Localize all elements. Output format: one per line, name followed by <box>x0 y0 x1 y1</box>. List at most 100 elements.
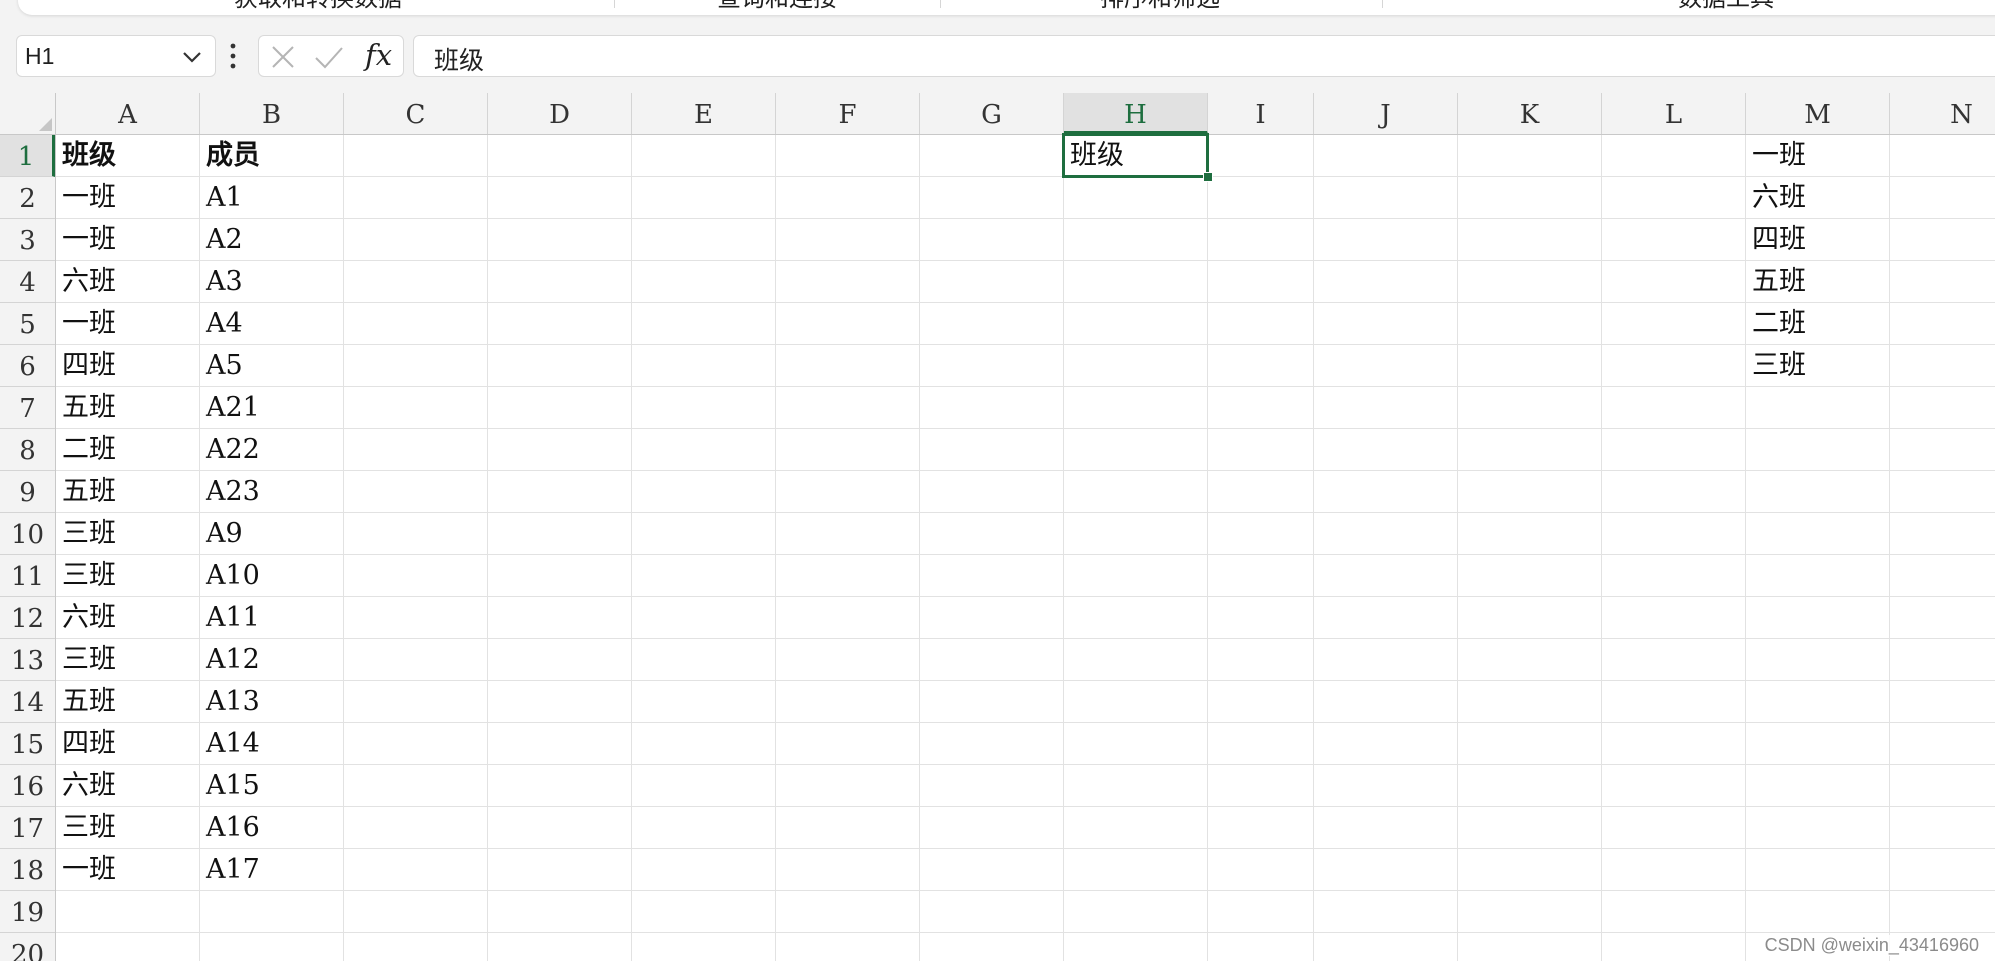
cell-e7[interactable] <box>632 387 776 429</box>
cell-c17[interactable] <box>344 807 488 849</box>
column-header-k[interactable]: K <box>1458 93 1602 134</box>
cell-n6[interactable] <box>1890 345 1995 387</box>
cell-k15[interactable] <box>1458 723 1602 765</box>
cell-m1[interactable]: 一班 <box>1746 135 1890 177</box>
row-header-10[interactable]: 10 <box>0 513 55 555</box>
cell-h14[interactable] <box>1064 681 1208 723</box>
cell-n9[interactable] <box>1890 471 1995 513</box>
cell-f19[interactable] <box>776 891 920 933</box>
cell-c7[interactable] <box>344 387 488 429</box>
cell-c11[interactable] <box>344 555 488 597</box>
cell-m15[interactable] <box>1746 723 1890 765</box>
cell-k1[interactable] <box>1458 135 1602 177</box>
cell-n5[interactable] <box>1890 303 1995 345</box>
enter-check-icon[interactable] <box>313 43 345 71</box>
cell-l11[interactable] <box>1602 555 1746 597</box>
cell-e4[interactable] <box>632 261 776 303</box>
cell-h17[interactable] <box>1064 807 1208 849</box>
cell-e11[interactable] <box>632 555 776 597</box>
cell-e2[interactable] <box>632 177 776 219</box>
cell-h19[interactable] <box>1064 891 1208 933</box>
cell-e18[interactable] <box>632 849 776 891</box>
cell-h20[interactable] <box>1064 933 1208 961</box>
cell-m7[interactable] <box>1746 387 1890 429</box>
cell-i9[interactable] <box>1208 471 1314 513</box>
cell-e10[interactable] <box>632 513 776 555</box>
cell-a2[interactable]: 一班 <box>56 177 200 219</box>
cell-i8[interactable] <box>1208 429 1314 471</box>
cell-c16[interactable] <box>344 765 488 807</box>
cell-k13[interactable] <box>1458 639 1602 681</box>
cell-h6[interactable] <box>1064 345 1208 387</box>
cell-e13[interactable] <box>632 639 776 681</box>
cell-l13[interactable] <box>1602 639 1746 681</box>
cell-j8[interactable] <box>1314 429 1458 471</box>
row-header-7[interactable]: 7 <box>0 387 55 429</box>
cell-b14[interactable]: A13 <box>200 681 344 723</box>
cell-i16[interactable] <box>1208 765 1314 807</box>
cell-g20[interactable] <box>920 933 1064 961</box>
cell-d9[interactable] <box>488 471 632 513</box>
cell-m4[interactable]: 五班 <box>1746 261 1890 303</box>
cell-g5[interactable] <box>920 303 1064 345</box>
cell-h2[interactable] <box>1064 177 1208 219</box>
cell-j10[interactable] <box>1314 513 1458 555</box>
cell-l17[interactable] <box>1602 807 1746 849</box>
cell-h8[interactable] <box>1064 429 1208 471</box>
column-header-h[interactable]: H <box>1064 93 1208 134</box>
cell-j4[interactable] <box>1314 261 1458 303</box>
cell-c14[interactable] <box>344 681 488 723</box>
cell-m10[interactable] <box>1746 513 1890 555</box>
cell-m16[interactable] <box>1746 765 1890 807</box>
cell-h13[interactable] <box>1064 639 1208 681</box>
fill-handle[interactable] <box>1203 172 1213 182</box>
cell-k4[interactable] <box>1458 261 1602 303</box>
row-header-9[interactable]: 9 <box>0 471 55 513</box>
cell-f6[interactable] <box>776 345 920 387</box>
cell-j1[interactable] <box>1314 135 1458 177</box>
cancel-icon[interactable] <box>269 43 297 71</box>
cell-d20[interactable] <box>488 933 632 961</box>
cell-a12[interactable]: 六班 <box>56 597 200 639</box>
column-header-c[interactable]: C <box>344 93 488 134</box>
cell-n2[interactable] <box>1890 177 1995 219</box>
cell-j17[interactable] <box>1314 807 1458 849</box>
cell-i14[interactable] <box>1208 681 1314 723</box>
cell-g17[interactable] <box>920 807 1064 849</box>
cell-l6[interactable] <box>1602 345 1746 387</box>
cell-d11[interactable] <box>488 555 632 597</box>
cell-i12[interactable] <box>1208 597 1314 639</box>
cell-c1[interactable] <box>344 135 488 177</box>
cell-d14[interactable] <box>488 681 632 723</box>
cell-b6[interactable]: A5 <box>200 345 344 387</box>
row-header-6[interactable]: 6 <box>0 345 55 387</box>
cell-i5[interactable] <box>1208 303 1314 345</box>
cell-i3[interactable] <box>1208 219 1314 261</box>
cell-a3[interactable]: 一班 <box>56 219 200 261</box>
cell-d12[interactable] <box>488 597 632 639</box>
cell-e15[interactable] <box>632 723 776 765</box>
cell-k9[interactable] <box>1458 471 1602 513</box>
cell-n18[interactable] <box>1890 849 1995 891</box>
cell-h4[interactable] <box>1064 261 1208 303</box>
cell-d3[interactable] <box>488 219 632 261</box>
cell-b12[interactable]: A11 <box>200 597 344 639</box>
cell-n17[interactable] <box>1890 807 1995 849</box>
cell-f12[interactable] <box>776 597 920 639</box>
cell-k14[interactable] <box>1458 681 1602 723</box>
cell-a19[interactable] <box>56 891 200 933</box>
cell-a18[interactable]: 一班 <box>56 849 200 891</box>
cell-f4[interactable] <box>776 261 920 303</box>
more-options-icon[interactable] <box>229 41 237 71</box>
cell-i17[interactable] <box>1208 807 1314 849</box>
cell-a7[interactable]: 五班 <box>56 387 200 429</box>
cell-b2[interactable]: A1 <box>200 177 344 219</box>
cell-f7[interactable] <box>776 387 920 429</box>
cell-f18[interactable] <box>776 849 920 891</box>
cell-k11[interactable] <box>1458 555 1602 597</box>
cell-k6[interactable] <box>1458 345 1602 387</box>
cell-a16[interactable]: 六班 <box>56 765 200 807</box>
cell-l18[interactable] <box>1602 849 1746 891</box>
column-header-e[interactable]: E <box>632 93 776 134</box>
cell-h5[interactable] <box>1064 303 1208 345</box>
